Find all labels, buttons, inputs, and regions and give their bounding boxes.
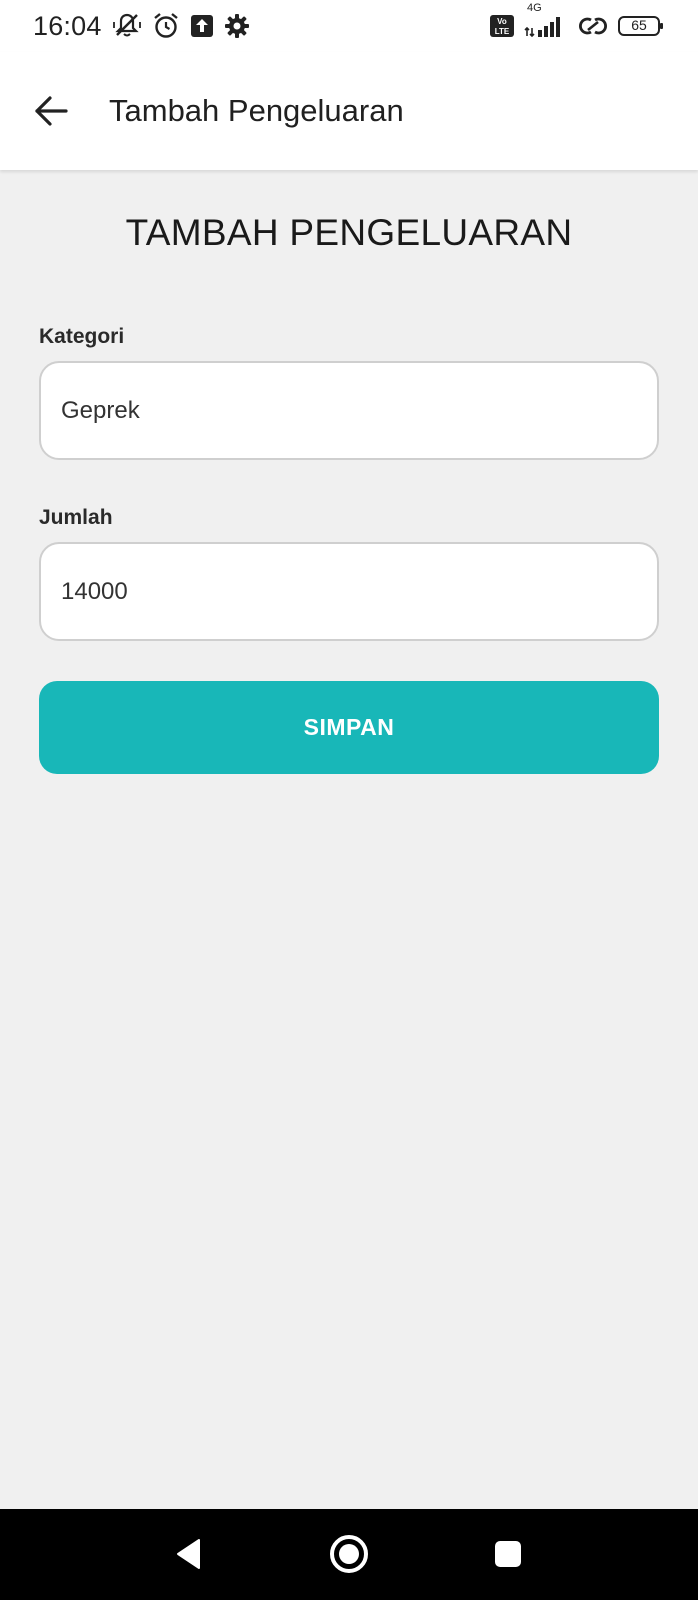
svg-text:LTE: LTE xyxy=(495,27,510,36)
alarm-icon xyxy=(152,12,180,40)
nav-home-button[interactable] xyxy=(326,1531,372,1577)
kategori-field[interactable] xyxy=(39,361,659,460)
screen: 16:04 Vo LTE 4G 65 Tambah Pengeluaran TA… xyxy=(0,0,698,1600)
status-left: 16:04 xyxy=(33,11,250,42)
save-button[interactable]: SIMPAN xyxy=(39,681,659,774)
upload-icon xyxy=(190,14,214,38)
svg-text:Vo: Vo xyxy=(497,17,507,26)
jumlah-field[interactable] xyxy=(39,542,659,641)
volte-icon: Vo LTE xyxy=(490,15,514,37)
battery-icon: 65 xyxy=(618,15,664,37)
vibrate-off-icon xyxy=(112,13,142,39)
kategori-label: Kategori xyxy=(39,325,125,348)
back-button[interactable] xyxy=(26,86,76,136)
status-bar: 16:04 Vo LTE 4G 65 xyxy=(0,0,698,52)
system-nav-bar xyxy=(0,1509,698,1600)
status-right: Vo LTE 4G 65 xyxy=(490,2,664,38)
back-triangle-icon xyxy=(177,1539,200,1569)
status-time: 16:04 xyxy=(33,10,102,41)
app-title: Tambah Pengeluaran xyxy=(109,93,404,128)
nav-recents-button[interactable] xyxy=(488,1533,528,1575)
kategori-input[interactable] xyxy=(61,396,657,425)
page-heading: TAMBAH PENGELUARAN xyxy=(125,212,573,253)
signal-icon: 4G xyxy=(524,2,568,38)
app-bar: Tambah Pengeluaran xyxy=(0,52,698,170)
home-circle-icon xyxy=(330,1535,368,1573)
recents-square-icon xyxy=(495,1541,521,1567)
settings-gear-icon xyxy=(224,13,250,39)
jumlah-label: Jumlah xyxy=(39,506,113,529)
network-type-label: 4G xyxy=(527,2,542,14)
arrow-left-icon xyxy=(35,96,68,126)
link-icon xyxy=(578,14,608,38)
battery-level: 65 xyxy=(631,17,647,33)
jumlah-input[interactable] xyxy=(61,577,657,606)
nav-back-button[interactable] xyxy=(168,1531,208,1577)
